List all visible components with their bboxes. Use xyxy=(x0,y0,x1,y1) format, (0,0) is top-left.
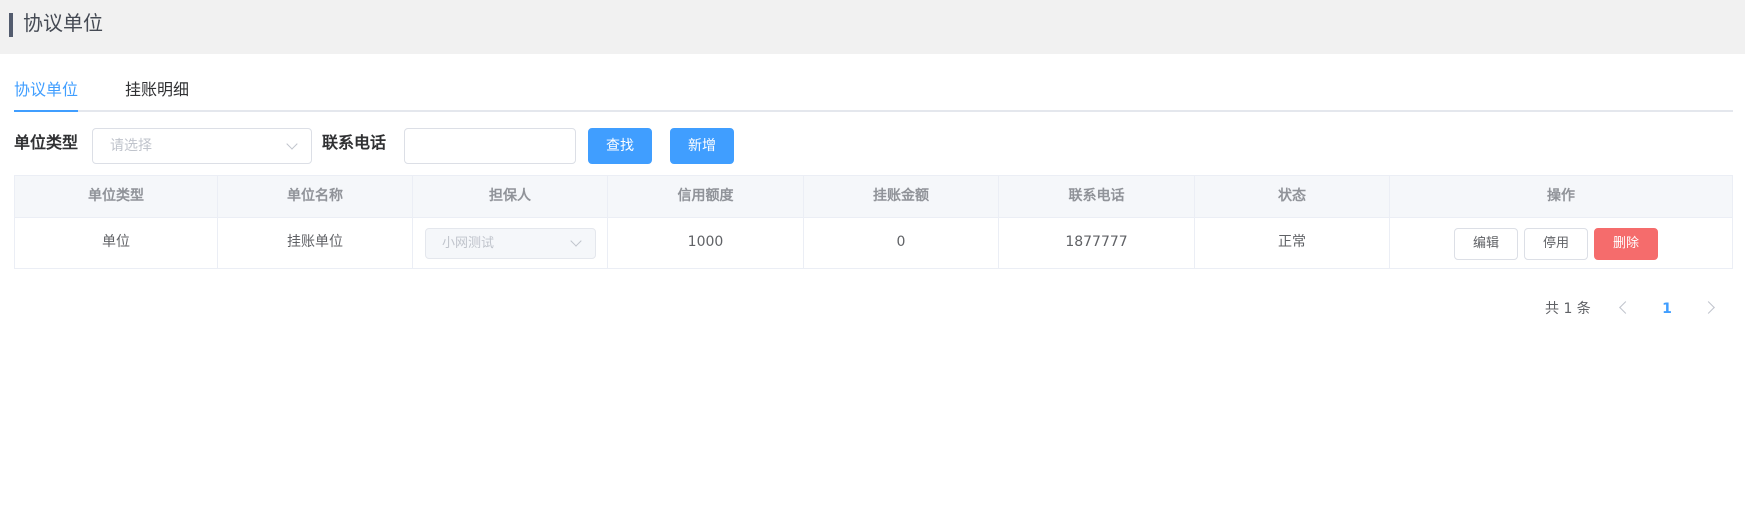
disable-button[interactable]: 停用 xyxy=(1524,228,1588,260)
status-cell: 正常 xyxy=(1195,218,1390,268)
chevron-down-icon xyxy=(570,235,582,247)
column-header: 操作 xyxy=(1547,188,1575,204)
edit-button[interactable]: 编辑 xyxy=(1454,228,1518,260)
unit-type-select[interactable]: 请选择 xyxy=(92,128,312,164)
table-row: 单位 挂账单位 小网测试 1000 0 1877777 正常 编辑 停用 删除 xyxy=(15,218,1732,268)
unit-type-cell: 单位 xyxy=(15,218,218,268)
title-accent-bar xyxy=(9,13,13,37)
page-header: 协议单位 xyxy=(0,0,1745,54)
phone-cell: 1877777 xyxy=(999,218,1195,268)
phone-label: 联系电话 xyxy=(322,133,387,152)
delete-button[interactable]: 删除 xyxy=(1594,228,1658,260)
active-tab-indicator xyxy=(14,110,78,112)
guarantor-cell: 小网测试 xyxy=(413,218,608,268)
chevron-right-icon[interactable] xyxy=(1702,301,1715,314)
phone-input[interactable] xyxy=(404,128,576,164)
tab-agreement-units[interactable]: 协议单位 xyxy=(14,79,78,101)
pagination-page[interactable]: 1 xyxy=(1659,298,1675,320)
guarantor-value: 小网测试 xyxy=(442,236,495,251)
guarantor-select: 小网测试 xyxy=(425,228,596,259)
column-header: 单位名称 xyxy=(218,176,413,217)
column-header: 联系电话 xyxy=(999,176,1195,217)
pagination-total: 共 1 条 xyxy=(1545,301,1591,317)
column-header: 信用额度 xyxy=(608,176,804,217)
units-table: 单位类型 单位名称 担保人 信用额度 挂账金额 联系电话 状态 操作 单位 挂账… xyxy=(14,175,1733,269)
add-button[interactable]: 新增 xyxy=(670,128,734,164)
search-button[interactable]: 查找 xyxy=(588,128,652,164)
column-header: 状态 xyxy=(1195,176,1390,217)
chevron-left-icon[interactable] xyxy=(1619,301,1632,314)
column-header: 挂账金额 xyxy=(804,176,999,217)
page-title: 协议单位 xyxy=(23,11,103,35)
column-header: 担保人 xyxy=(413,176,608,217)
tab-credit-details[interactable]: 挂账明细 xyxy=(125,79,189,101)
column-header: 单位类型 xyxy=(15,176,218,217)
unit-type-placeholder: 请选择 xyxy=(110,138,152,154)
unit-type-label: 单位类型 xyxy=(14,133,79,152)
tab-bar: 协议单位 挂账明细 xyxy=(14,75,1733,112)
credit-amount-cell: 0 xyxy=(804,218,999,268)
credit-limit-cell: 1000 xyxy=(608,218,804,268)
actions-cell: 编辑 停用 删除 xyxy=(1390,218,1732,268)
table-header: 单位类型 单位名称 担保人 信用额度 挂账金额 联系电话 状态 操作 xyxy=(15,176,1732,218)
chevron-down-icon xyxy=(286,138,298,150)
unit-name-cell: 挂账单位 xyxy=(218,218,413,268)
